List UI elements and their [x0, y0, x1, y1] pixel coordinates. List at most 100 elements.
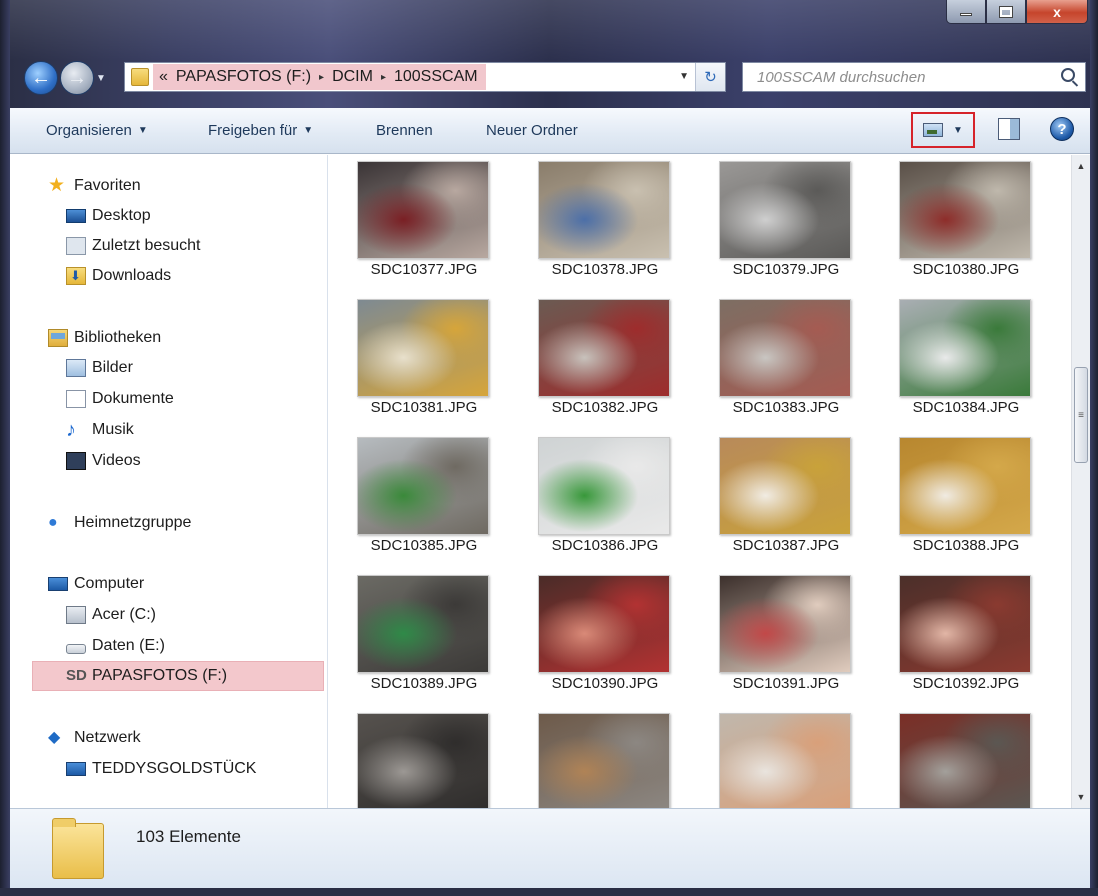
details-pane: 103 Elemente: [10, 808, 1090, 888]
breadcrumb-separator-icon[interactable]: ▸: [381, 72, 386, 83]
file-tile[interactable]: SDC10381.JPG: [329, 293, 497, 429]
sidebar-item-label: PAPASFOTOS (F:): [92, 667, 228, 684]
sidebar-item-homegroup[interactable]: ● Heimnetzgruppe: [48, 510, 191, 536]
file-tile[interactable]: SDC10390.JPG: [510, 569, 678, 705]
file-name: SDC10387.JPG: [732, 537, 840, 554]
photo-thumbnail: [899, 161, 1031, 259]
help-icon: ?: [1057, 120, 1067, 138]
help-button[interactable]: ?: [1050, 117, 1074, 141]
photo-thumbnail: [538, 161, 670, 259]
file-tile[interactable]: SDC10378.JPG: [510, 155, 678, 291]
forward-button[interactable]: →: [60, 61, 94, 95]
organize-button[interactable]: Organisieren ▼: [38, 122, 156, 139]
sidebar-item-pictures[interactable]: Bilder: [66, 355, 133, 381]
scrollbar-thumb[interactable]: ≡: [1074, 367, 1088, 463]
new-folder-button[interactable]: Neuer Ordner: [478, 122, 586, 139]
navigation-pane: ★ Favoriten Desktop Zuletzt besucht Down…: [10, 155, 328, 808]
preview-pane-button[interactable]: [998, 118, 1020, 140]
search-input[interactable]: [757, 68, 1047, 86]
file-tile[interactable]: SDC10387.JPG: [691, 431, 859, 567]
photo-thumbnail: [538, 713, 670, 808]
file-tile[interactable]: SDC10392.JPG: [871, 569, 1039, 705]
file-tile[interactable]: SDC10384.JPG: [871, 293, 1039, 429]
breadcrumb-separator-icon[interactable]: ▸: [319, 72, 324, 83]
breadcrumb-overflow[interactable]: «: [159, 68, 168, 86]
file-name: SDC10390.JPG: [551, 675, 659, 692]
sidebar-item-network[interactable]: ◆ Netzwerk: [48, 725, 141, 751]
sidebar-item-label: Desktop: [92, 207, 151, 224]
file-tile[interactable]: SDC10377.JPG: [329, 155, 497, 291]
search-box: [742, 62, 1086, 92]
file-tile[interactable]: SDC10385.JPG: [329, 431, 497, 567]
vertical-scrollbar[interactable]: ▲ ≡ ▼: [1071, 155, 1090, 808]
breadcrumb-drive[interactable]: PAPASFOTOS (F:): [176, 68, 311, 86]
sidebar-item-label: Acer (C:): [92, 606, 156, 623]
photo-thumbnail: [357, 299, 489, 397]
sidebar-item-label: Bibliotheken: [74, 329, 162, 346]
downloads-icon: [66, 267, 86, 285]
close-button[interactable]: x: [1026, 0, 1088, 24]
file-tile[interactable]: [871, 707, 1039, 808]
refresh-button[interactable]: ↻: [695, 63, 725, 91]
burn-button[interactable]: Brennen: [368, 122, 441, 139]
minimize-icon: [960, 13, 972, 16]
file-tile[interactable]: SDC10379.JPG: [691, 155, 859, 291]
file-tile[interactable]: [510, 707, 678, 808]
change-view-button[interactable]: ▼: [911, 112, 975, 148]
maximize-button[interactable]: [986, 0, 1026, 24]
sidebar-item-label: Netzwerk: [74, 729, 141, 746]
photo-thumbnail: [538, 575, 670, 673]
close-icon: x: [1053, 3, 1061, 20]
file-tile[interactable]: SDC10391.JPG: [691, 569, 859, 705]
back-button[interactable]: ←: [24, 61, 58, 95]
sidebar-item-drive-c[interactable]: Acer (C:): [66, 602, 156, 628]
chevron-down-icon: ▼: [137, 125, 148, 136]
sidebar-item-videos[interactable]: Videos: [66, 448, 141, 474]
computer-icon: [66, 762, 86, 776]
folder-icon: [52, 818, 104, 879]
recent-pages-dropdown[interactable]: ▼: [96, 73, 110, 84]
pictures-icon: [66, 359, 86, 377]
sidebar-item-drive-e[interactable]: Daten (E:): [66, 633, 165, 659]
sidebar-item-drive-f[interactable]: SD PAPASFOTOS (F:): [66, 663, 227, 689]
address-dropdown[interactable]: ▼: [679, 71, 689, 82]
file-tile[interactable]: SDC10388.JPG: [871, 431, 1039, 567]
file-tile[interactable]: [329, 707, 497, 808]
sidebar-item-downloads[interactable]: Downloads: [66, 263, 171, 289]
file-tile[interactable]: SDC10382.JPG: [510, 293, 678, 429]
sidebar-item-network-pc[interactable]: TEDDYSGOLDSTÜCK: [66, 756, 256, 782]
photo-thumbnail: [357, 161, 489, 259]
search-icon[interactable]: [1061, 68, 1075, 82]
file-tile[interactable]: SDC10380.JPG: [871, 155, 1039, 291]
item-count: 103 Elemente: [136, 827, 241, 846]
breadcrumb-100sscam[interactable]: 100SSCAM: [394, 68, 478, 86]
file-name: SDC10389.JPG: [370, 675, 478, 692]
scroll-down-icon[interactable]: ▼: [1072, 788, 1090, 806]
file-name: SDC10385.JPG: [370, 537, 478, 554]
sidebar-item-desktop[interactable]: Desktop: [66, 203, 151, 229]
chevron-down-icon: ▼: [953, 124, 963, 136]
photo-thumbnail: [719, 299, 851, 397]
sidebar-item-computer[interactable]: Computer: [48, 571, 144, 597]
sidebar-item-documents[interactable]: Dokumente: [66, 386, 174, 412]
file-tile[interactable]: SDC10386.JPG: [510, 431, 678, 567]
file-tile[interactable]: [691, 707, 859, 808]
music-icon: ♪: [66, 419, 76, 441]
sidebar-item-libraries[interactable]: Bibliotheken: [48, 325, 161, 351]
window-frame-left: [0, 0, 10, 896]
breadcrumb-dcim[interactable]: DCIM: [332, 68, 373, 86]
share-with-button[interactable]: Freigeben für ▼: [200, 122, 321, 139]
file-tile[interactable]: SDC10383.JPG: [691, 293, 859, 429]
sidebar-item-recent[interactable]: Zuletzt besucht: [66, 233, 201, 259]
homegroup-icon: ●: [48, 514, 58, 531]
file-tile[interactable]: SDC10389.JPG: [329, 569, 497, 705]
scroll-up-icon[interactable]: ▲: [1072, 157, 1090, 175]
minimize-button[interactable]: [946, 0, 986, 24]
sidebar-item-music[interactable]: ♪ Musik: [66, 417, 134, 443]
file-name: SDC10382.JPG: [551, 399, 659, 416]
address-bar[interactable]: « PAPASFOTOS (F:) ▸ DCIM ▸ 100SSCAM ▼ ↻: [124, 62, 726, 92]
system-drive-icon: [66, 606, 86, 624]
photo-thumbnail: [719, 437, 851, 535]
sidebar-item-favorites[interactable]: ★ Favoriten: [48, 173, 141, 199]
photo-thumbnail: [899, 299, 1031, 397]
